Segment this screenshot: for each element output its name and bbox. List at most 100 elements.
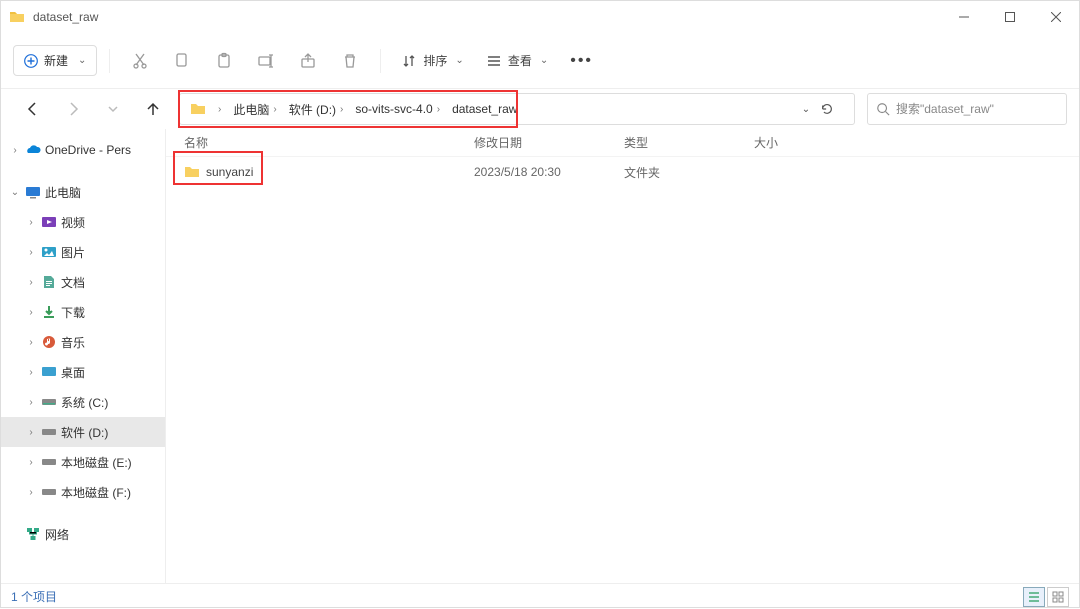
main: › OneDrive - Pers ⌄ 此电脑 › 视频 › 图片 › 文档 › (1, 129, 1079, 583)
sidebar-item-desktop[interactable]: › 桌面 (1, 357, 165, 387)
videos-icon (41, 214, 57, 230)
breadcrumb-sep: › (210, 104, 229, 115)
window-title: dataset_raw (33, 10, 941, 24)
refresh-button[interactable] (820, 102, 848, 116)
copy-button[interactable] (164, 43, 200, 79)
separator (109, 49, 110, 73)
chevron-down-icon: ⌄ (455, 55, 463, 66)
address-row: › 此电脑› 软件 (D:)› so-vits-svc-4.0› dataset… (1, 89, 1079, 129)
onedrive-icon (25, 142, 41, 158)
chevron-down-icon: ⌄ (78, 55, 86, 66)
titlebar: dataset_raw (1, 1, 1079, 33)
file-row[interactable]: sunyanzi 2023/5/18 20:30 文件夹 (166, 157, 1079, 187)
chevron-down-icon: ⌄ (9, 187, 21, 198)
new-label: 新建 (44, 52, 68, 69)
search-input[interactable] (896, 102, 1058, 116)
sort-label: 排序 (423, 52, 447, 69)
chevron-right-icon: › (25, 397, 37, 408)
plus-icon (24, 54, 38, 68)
close-button[interactable] (1033, 1, 1079, 33)
column-size[interactable]: 大小 (736, 134, 836, 151)
view-toggle (1023, 587, 1069, 607)
new-button[interactable]: 新建 ⌄ (13, 45, 97, 76)
share-button[interactable] (290, 43, 326, 79)
sort-icon (401, 53, 417, 69)
sidebar-item-onedrive[interactable]: › OneDrive - Pers (1, 135, 165, 165)
view-button[interactable]: 查看 ⌄ (478, 46, 556, 75)
folder-icon (190, 101, 206, 117)
column-name[interactable]: 名称 (166, 134, 456, 151)
item-count: 1 个项目 (11, 588, 57, 605)
sidebar-item-drive-d[interactable]: › 软件 (D:) (1, 417, 165, 447)
chevron-down-icon: ⌄ (540, 55, 548, 66)
sidebar-item-this-pc[interactable]: ⌄ 此电脑 (1, 177, 165, 207)
drive-icon (41, 424, 57, 440)
sidebar-item-network[interactable]: › 网络 (1, 519, 165, 549)
delete-button[interactable] (332, 43, 368, 79)
folder-icon (184, 164, 200, 180)
chevron-right-icon: › (25, 487, 37, 498)
breadcrumb[interactable]: 软件 (D:)› (285, 101, 352, 118)
sidebar-item-videos[interactable]: › 视频 (1, 207, 165, 237)
more-button[interactable]: ••• (562, 46, 601, 76)
pictures-icon (41, 244, 57, 260)
search-box[interactable] (867, 93, 1067, 125)
sidebar-item-drive-f[interactable]: › 本地磁盘 (F:) (1, 477, 165, 507)
sidebar-item-downloads[interactable]: › 下载 (1, 297, 165, 327)
breadcrumb[interactable]: dataset_raw (448, 102, 521, 116)
chevron-right-icon: › (25, 367, 37, 378)
file-type: 文件夹 (606, 164, 736, 181)
column-headers: 名称 修改日期 类型 大小 (166, 129, 1079, 157)
address-dropdown[interactable]: ⌄ (792, 104, 820, 115)
minimize-button[interactable] (941, 1, 987, 33)
rename-button[interactable] (248, 43, 284, 79)
documents-icon (41, 274, 57, 290)
music-icon (41, 334, 57, 350)
sidebar-item-music[interactable]: › 音乐 (1, 327, 165, 357)
sort-button[interactable]: 排序 ⌄ (393, 46, 471, 75)
pc-icon (25, 184, 41, 200)
view-label: 查看 (508, 52, 532, 69)
window-controls (941, 1, 1079, 33)
downloads-icon (41, 304, 57, 320)
sidebar-item-pictures[interactable]: › 图片 (1, 237, 165, 267)
sidebar-item-drive-c[interactable]: › 系统 (C:) (1, 387, 165, 417)
up-button[interactable] (139, 95, 167, 123)
chevron-right-icon: › (25, 217, 37, 228)
back-button[interactable] (19, 95, 47, 123)
separator (380, 49, 381, 73)
cut-button[interactable] (122, 43, 158, 79)
recent-dropdown[interactable] (99, 95, 127, 123)
sidebar-item-documents[interactable]: › 文档 (1, 267, 165, 297)
sidebar: › OneDrive - Pers ⌄ 此电脑 › 视频 › 图片 › 文档 › (1, 129, 166, 583)
drive-icon (41, 484, 57, 500)
desktop-icon (41, 364, 57, 380)
thumbnails-view-button[interactable] (1047, 587, 1069, 607)
chevron-right-icon: › (9, 145, 21, 156)
breadcrumb[interactable]: so-vits-svc-4.0› (351, 102, 448, 116)
drive-icon (41, 454, 57, 470)
toolbar: 新建 ⌄ 排序 ⌄ 查看 ⌄ ••• (1, 33, 1079, 89)
search-icon (876, 102, 890, 116)
chevron-right-icon: › (25, 247, 37, 258)
file-name: sunyanzi (206, 165, 253, 179)
network-icon (25, 526, 41, 542)
statusbar: 1 个项目 (1, 583, 1079, 609)
drive-icon (41, 394, 57, 410)
chevron-right-icon: › (25, 427, 37, 438)
forward-button[interactable] (59, 95, 87, 123)
chevron-right-icon: › (25, 337, 37, 348)
file-date: 2023/5/18 20:30 (456, 165, 606, 179)
content-pane: 名称 修改日期 类型 大小 sunyanzi 2023/5/18 20:30 文… (166, 129, 1079, 583)
breadcrumb[interactable]: 此电脑› (229, 101, 284, 118)
chevron-right-icon: › (25, 457, 37, 468)
address-bar[interactable]: › 此电脑› 软件 (D:)› so-vits-svc-4.0› dataset… (179, 93, 855, 125)
chevron-right-icon: › (25, 307, 37, 318)
column-date[interactable]: 修改日期 (456, 134, 606, 151)
view-icon (486, 53, 502, 69)
sidebar-item-drive-e[interactable]: › 本地磁盘 (E:) (1, 447, 165, 477)
column-type[interactable]: 类型 (606, 134, 736, 151)
maximize-button[interactable] (987, 1, 1033, 33)
details-view-button[interactable] (1023, 587, 1045, 607)
paste-button[interactable] (206, 43, 242, 79)
